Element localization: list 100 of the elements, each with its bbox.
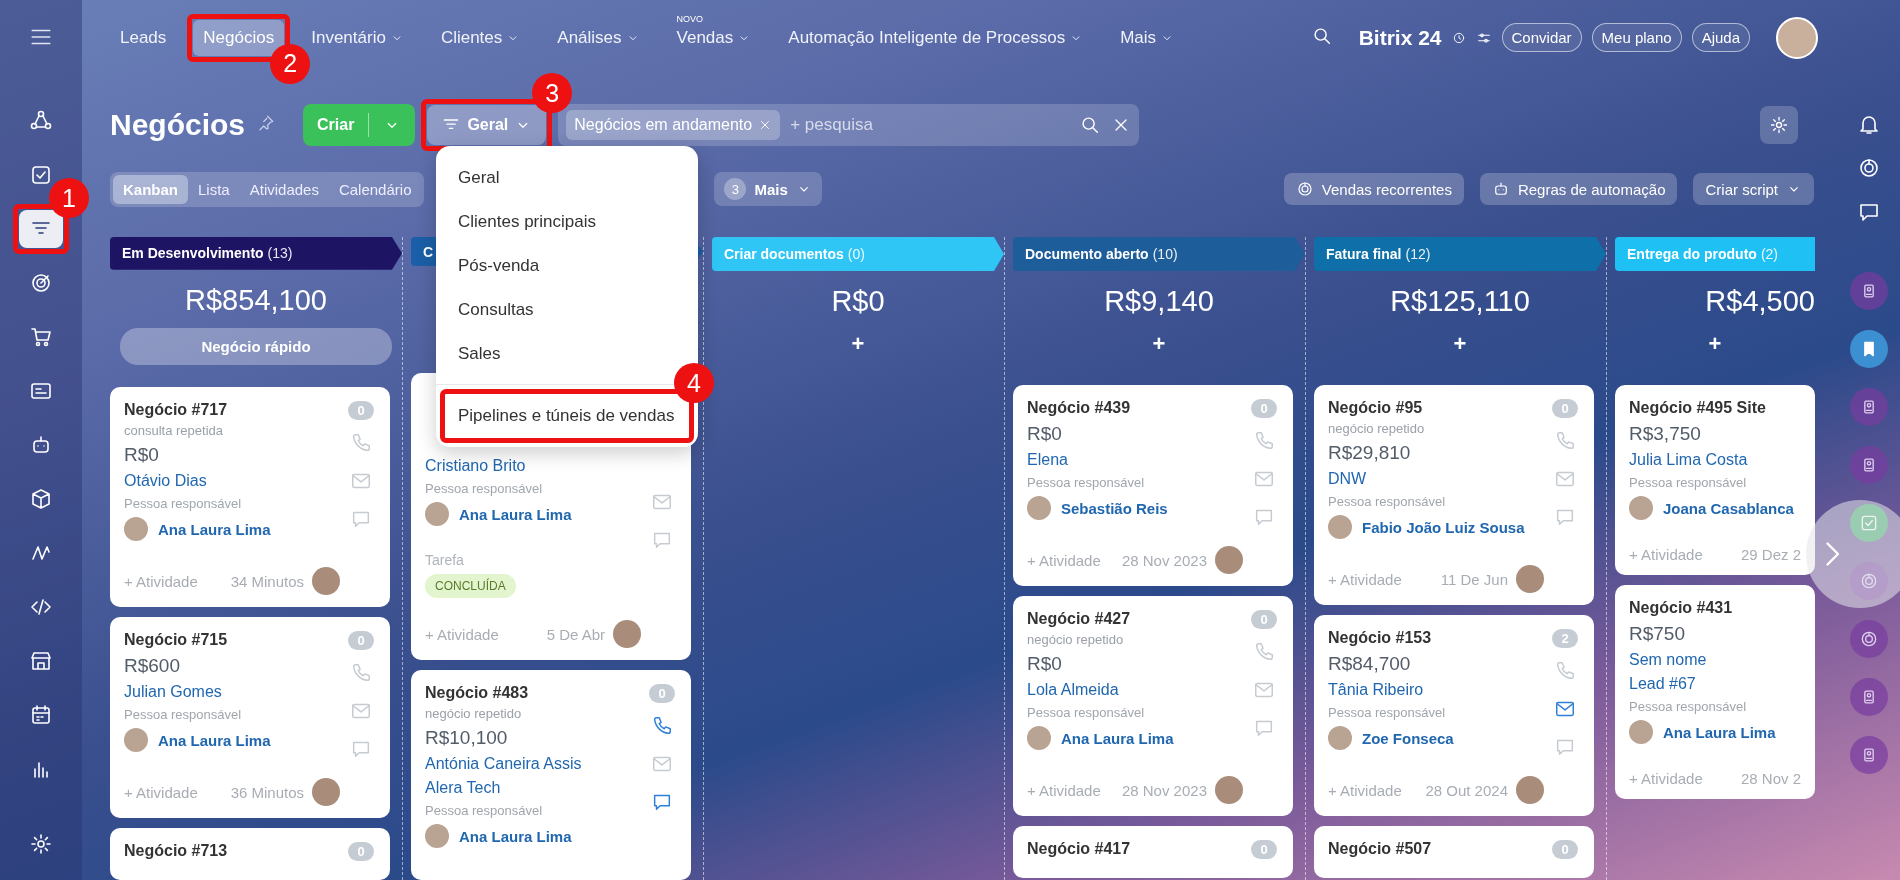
avatar <box>1516 776 1544 804</box>
deal-amount: R$0 <box>124 444 160 466</box>
client-link[interactable]: Julian Gomes <box>124 683 340 701</box>
quick-add-button[interactable]: Negócio rápido <box>120 328 392 365</box>
nav-tab[interactable]: Mais <box>1110 19 1185 56</box>
deal-title: Negócio #717 <box>124 401 229 419</box>
client-link[interactable]: Tânia Ribeiro <box>1328 681 1544 699</box>
nav-tab[interactable]: Clientes <box>430 19 531 56</box>
deal-amount: R$600 <box>124 655 181 677</box>
quick-add-button[interactable]: + <box>1615 331 1815 363</box>
phone-icon <box>1554 430 1576 452</box>
header-button[interactable]: Meu plano <box>1591 23 1682 52</box>
deal-card[interactable]: Negócio #153 R$84,700 Tânia Ribeiro Pessoa responsável Zoe Fonseca + Atividade 28 Out 2024 2 <box>1314 615 1594 816</box>
responsible-link[interactable]: Joana Casablanca <box>1663 499 1794 517</box>
deal-card[interactable]: Negócio #713 0 <box>110 828 390 880</box>
stage-header[interactable]: Documento aberto (10) <box>1013 237 1305 271</box>
target-icon <box>1857 156 1881 180</box>
avatar <box>1027 726 1051 750</box>
settings-icon <box>29 832 53 856</box>
deal-card[interactable]: Negócio #717 consulta repetida R$0 Otávio Dias Pessoa responsável Ana Laura Lima + Atividade 34 Minutos 0 <box>110 387 390 607</box>
client-link[interactable]: Lola Almeida <box>1027 681 1243 699</box>
deal-subtitle: consulta repetida <box>124 423 224 438</box>
pin-icon <box>257 114 276 132</box>
menu-item[interactable]: Consultas <box>436 288 698 332</box>
deal-card[interactable]: Negócio #439 R$0 Elena Pessoa responsável Sebastião Reis + Atividade 28 Nov 2023 0 <box>1013 385 1293 586</box>
toolbar-button[interactable]: Criar script <box>1693 173 1814 205</box>
deal-date: 28 Nov 2 <box>1740 770 1801 787</box>
stage-header[interactable]: Fatura final (12) <box>1314 237 1606 271</box>
responsible-link[interactable]: Ana Laura Lima <box>459 827 572 845</box>
phone-icon <box>350 662 372 684</box>
deal-card[interactable]: Negócio #427 negócio repetido R$0 Lola Almeida Pessoa responsável Ana Laura Lima + Atividade 28 Nov 2023 0 <box>1013 596 1293 816</box>
phone-icon <box>1554 660 1576 682</box>
responsible-link[interactable]: Ana Laura Lima <box>1663 723 1776 741</box>
toolbar-button[interactable]: Regras de automação <box>1479 173 1678 205</box>
quick-add-button[interactable]: + <box>1314 331 1606 363</box>
avatar <box>1328 515 1352 539</box>
client-link[interactable]: Sem nome <box>1629 651 1801 669</box>
responsible-link[interactable]: Ana Laura Lima <box>459 505 572 523</box>
responsible-label: Pessoa responsável <box>124 496 243 511</box>
responsible-label: Pessoa responsável <box>425 481 544 496</box>
menu-item[interactable]: Clientes principais <box>436 200 698 244</box>
deal-date: 5 De Abr <box>546 625 605 643</box>
deal-title: Negócio #439 <box>1027 399 1132 417</box>
client-link[interactable]: Antónia Caneira Assis <box>425 755 641 773</box>
deal-subtitle: negócio repetido <box>425 706 523 721</box>
more-button[interactable]: 3 Mais <box>714 172 822 206</box>
client-link[interactable]: Alera Tech <box>425 779 641 797</box>
responsible-link[interactable]: Ana Laura Lima <box>158 520 271 538</box>
client-link[interactable]: DNW <box>1328 470 1544 488</box>
counter-badge: 0 <box>348 842 374 861</box>
client-link[interactable]: Elena <box>1027 451 1243 469</box>
responsible-link[interactable]: Sebastião Reis <box>1061 499 1168 517</box>
counter-badge: 2 <box>1552 629 1578 648</box>
responsible-label: Pessoa responsável <box>425 803 544 818</box>
stage-total: R$9,140 <box>1103 285 1215 319</box>
responsible-link[interactable]: Fabio João Luiz Sousa <box>1362 518 1525 536</box>
menu-item[interactable]: Geral <box>436 156 698 200</box>
settings-button[interactable] <box>1760 106 1798 144</box>
deal-card[interactable]: Negócio #507 0 <box>1314 826 1594 878</box>
deal-title: Negócio #713 <box>124 842 229 860</box>
nav-tab[interactable]: Leads <box>110 19 177 56</box>
stage-total: R$854,100 <box>184 283 328 318</box>
client-link[interactable]: Julia Lima Costa <box>1629 451 1801 469</box>
stage-header[interactable]: Em Desenvolvimento (13) <box>110 237 402 270</box>
nav-tab[interactable]: Automação Inteligente de Processos <box>778 19 1094 56</box>
responsible-label: Pessoa responsável <box>1629 699 1748 714</box>
deal-card[interactable]: Negócio #495 Site R$3,750 Julia Lima Costa Pessoa responsável Joana Casablanca + Atividade 29 Dez 2 <box>1615 385 1815 575</box>
responsible-link[interactable]: Ana Laura Lima <box>158 731 271 749</box>
client-link[interactable]: Lead #67 <box>1629 675 1801 693</box>
header-button[interactable]: Ajuda <box>1691 23 1750 52</box>
responsible-link[interactable]: Zoe Fonseca <box>1362 729 1454 747</box>
client-link[interactable]: Cristiano Brito <box>425 457 641 475</box>
deal-card[interactable]: Negócio #431 R$750 Sem nome Lead #67 Pessoa responsável Ana Laura Lima + Atividade 28 Nov 2 <box>1615 585 1815 799</box>
target-icon <box>1859 571 1879 591</box>
menu-item[interactable]: Pós-venda <box>436 244 698 288</box>
quick-add-button[interactable]: + <box>1013 331 1305 363</box>
header-button[interactable]: Convidar <box>1501 23 1582 52</box>
deal-card[interactable]: Negócio #417 0 <box>1013 826 1293 878</box>
sidebar-item[interactable] <box>19 210 63 248</box>
deal-card[interactable]: Negócio #95 negócio repetido R$29,810 DNW Pessoa responsável Fabio João Luiz Sousa + Atividade 11 De Jun 0 <box>1314 385 1594 605</box>
avatar <box>1516 565 1544 593</box>
nav-tab[interactable]: Análises <box>547 19 650 56</box>
phone-icon <box>1253 430 1275 452</box>
toolbar-button[interactable]: Vendas recorrentes <box>1283 173 1464 205</box>
view-tab[interactable]: Lista <box>188 174 240 204</box>
counter-badge: 0 <box>649 684 675 703</box>
deal-title: Negócio #483 <box>425 684 530 702</box>
checkbox-icon <box>1859 513 1879 533</box>
calendar-icon <box>29 703 53 727</box>
responsible-link[interactable]: Ana Laura Lima <box>1061 729 1174 747</box>
view-tab[interactable]: Calendário <box>328 174 422 204</box>
deal-amount: R$29,810 <box>1328 442 1412 464</box>
avatar <box>312 778 340 806</box>
client-link[interactable]: Otávio Dias <box>124 472 340 490</box>
deal-subtitle: negócio repetido <box>1027 632 1125 647</box>
phone-icon <box>1253 641 1275 663</box>
view-tab[interactable]: Atividades <box>239 174 329 204</box>
deal-card[interactable]: Negócio #483 negócio repetido R$10,100 Antónia Caneira Assis Alera Tech Pessoa responsável Ana Laura Lima 0 <box>411 670 691 880</box>
quick-add-button[interactable]: + <box>712 331 1004 363</box>
deal-card[interactable]: Negócio #715 R$600 Julian Gomes Pessoa responsável Ana Laura Lima + Atividade 36 Minutos 0 <box>110 617 390 818</box>
